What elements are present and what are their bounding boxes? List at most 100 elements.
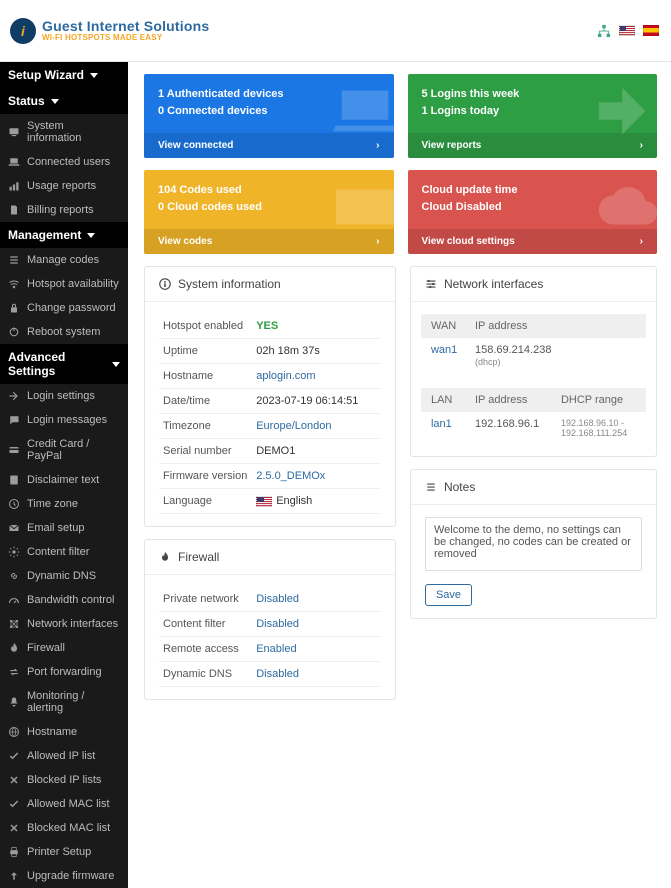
sidebar-item-adv-13[interactable]: Hostname bbox=[0, 720, 128, 744]
ticket-icon bbox=[330, 172, 394, 242]
save-button[interactable]: Save bbox=[425, 584, 472, 606]
main-content: 1 Authenticated devices 0 Connected devi… bbox=[128, 62, 671, 888]
notes-textarea[interactable] bbox=[425, 517, 642, 571]
sidebar-item-label: Credit Card / PayPal bbox=[27, 438, 120, 462]
sidebar-item-status-3[interactable]: Billing reports bbox=[0, 198, 128, 222]
list-icon bbox=[425, 481, 437, 493]
sidebar-item-status-0[interactable]: System information bbox=[0, 114, 128, 150]
sidebar-item-status-2[interactable]: Usage reports bbox=[0, 174, 128, 198]
topbar: i Guest Internet Solutions WI-FI HOTSPOT… bbox=[0, 0, 671, 62]
sidebar-item-label: Time zone bbox=[27, 498, 78, 510]
sidebar-item-adv-19[interactable]: Upgrade firmware bbox=[0, 864, 128, 888]
login-arrow-icon bbox=[593, 76, 657, 146]
wan-name[interactable]: wan1 bbox=[431, 344, 475, 368]
sidebar-item-label: Change password bbox=[27, 302, 116, 314]
brand-title: Guest Internet Solutions bbox=[42, 19, 209, 34]
sidebar-item-adv-2[interactable]: Credit Card / PayPal bbox=[0, 432, 128, 468]
x-icon bbox=[8, 822, 20, 834]
sidebar-item-adv-0[interactable]: Login settings bbox=[0, 384, 128, 408]
panel-system-info: System information Hotspot enabledYESUpt… bbox=[144, 266, 396, 527]
sidebar-item-status-1[interactable]: Connected users bbox=[0, 150, 128, 174]
sidebar-item-label: Reboot system bbox=[27, 326, 100, 338]
cloud-icon bbox=[593, 172, 657, 242]
check-icon bbox=[8, 798, 20, 810]
wan-header: WANIP address bbox=[421, 314, 646, 338]
sidebar-item-label: System information bbox=[27, 120, 120, 144]
gauge-icon bbox=[8, 594, 20, 606]
sidebar-item-adv-16[interactable]: Allowed MAC list bbox=[0, 792, 128, 816]
brand-subtitle: WI-FI HOTSPOTS MADE EASY bbox=[42, 34, 209, 42]
mail-icon bbox=[8, 522, 20, 534]
sysinfo-row: Uptime02h 18m 37s bbox=[159, 339, 381, 364]
network-tree-icon[interactable] bbox=[597, 24, 611, 38]
sidebar-heading-setup[interactable]: Setup Wizard bbox=[0, 62, 128, 88]
sidebar-item-adv-18[interactable]: Printer Setup bbox=[0, 840, 128, 864]
sidebar-item-adv-5[interactable]: Email setup bbox=[0, 516, 128, 540]
sysinfo-row: LanguageEnglish bbox=[159, 489, 381, 514]
lan-header: LANIP addressDHCP range bbox=[421, 388, 646, 412]
brand[interactable]: i Guest Internet Solutions WI-FI HOTSPOT… bbox=[10, 18, 209, 44]
sidebar-item-label: Blocked MAC list bbox=[27, 822, 110, 834]
sidebar-item-label: Disclaimer text bbox=[27, 474, 99, 486]
flag-us-icon[interactable] bbox=[619, 25, 635, 36]
sidebar-item-adv-4[interactable]: Time zone bbox=[0, 492, 128, 516]
sidebar-item-adv-3[interactable]: Disclaimer text bbox=[0, 468, 128, 492]
sidebar-item-adv-7[interactable]: Dynamic DNS bbox=[0, 564, 128, 588]
sidebar-item-adv-6[interactable]: Content filter bbox=[0, 540, 128, 564]
panel-network-interfaces: Network interfaces WANIP address wan1 15… bbox=[410, 266, 657, 457]
sidebar-item-label: Upgrade firmware bbox=[27, 870, 114, 882]
sysinfo-row: Serial numberDEMO1 bbox=[159, 439, 381, 464]
sidebar-item-adv-8[interactable]: Bandwidth control bbox=[0, 588, 128, 612]
sidebar-item-label: Manage codes bbox=[27, 254, 99, 266]
sidebar-item-mgmt-0[interactable]: Manage codes bbox=[0, 248, 128, 272]
sidebar-item-mgmt-2[interactable]: Change password bbox=[0, 296, 128, 320]
sysinfo-row: Hostnameaplogin.com bbox=[159, 364, 381, 389]
sidebar-heading-management[interactable]: Management bbox=[0, 222, 128, 248]
sidebar-item-adv-12[interactable]: Monitoring / alerting bbox=[0, 684, 128, 720]
panel-notes: Notes Save bbox=[410, 469, 657, 619]
sidebar-item-label: Hotspot availability bbox=[27, 278, 119, 290]
lan-row: lan1 192.168.96.1 192.168.96.10 - 192.16… bbox=[421, 412, 646, 444]
sidebar-item-adv-15[interactable]: Blocked IP lists bbox=[0, 768, 128, 792]
sidebar-item-mgmt-3[interactable]: Reboot system bbox=[0, 320, 128, 344]
sidebar-item-label: Dynamic DNS bbox=[27, 570, 96, 582]
sidebar-heading-advanced[interactable]: Advanced Settings bbox=[0, 344, 128, 384]
sidebar-heading-status[interactable]: Status bbox=[0, 88, 128, 114]
brand-logo-icon: i bbox=[10, 18, 36, 44]
sidebar-item-mgmt-1[interactable]: Hotspot availability bbox=[0, 272, 128, 296]
sysinfo-row: TimezoneEurope/London bbox=[159, 414, 381, 439]
fire-icon bbox=[8, 642, 20, 654]
flag-es-icon[interactable] bbox=[643, 25, 659, 36]
sidebar-item-label: Printer Setup bbox=[27, 846, 91, 858]
lan-name[interactable]: lan1 bbox=[431, 418, 475, 438]
sidebar-item-label: Content filter bbox=[27, 546, 89, 558]
sidebar-item-label: Firewall bbox=[27, 642, 65, 654]
sidebar-item-adv-9[interactable]: Network interfaces bbox=[0, 612, 128, 636]
info-icon bbox=[159, 278, 171, 290]
net-icon bbox=[8, 618, 20, 630]
monitor-icon bbox=[8, 126, 20, 138]
bars-icon bbox=[8, 180, 20, 192]
panel-title: Notes bbox=[444, 480, 475, 494]
gear-icon bbox=[8, 546, 20, 558]
card-logins: 5 Logins this week 1 Logins today View r… bbox=[408, 74, 658, 158]
sidebar-item-adv-1[interactable]: Login messages bbox=[0, 408, 128, 432]
up-icon bbox=[8, 870, 20, 882]
sysinfo-row: Date/time2023-07-19 06:14:51 bbox=[159, 389, 381, 414]
link-icon bbox=[8, 570, 20, 582]
sidebar-item-adv-17[interactable]: Blocked MAC list bbox=[0, 816, 128, 840]
fire-icon bbox=[159, 551, 171, 563]
sidebar-item-label: Login settings bbox=[27, 390, 95, 402]
sidebar-item-adv-11[interactable]: Port forwarding bbox=[0, 660, 128, 684]
topbar-actions bbox=[597, 24, 659, 38]
panel-title: Firewall bbox=[178, 550, 219, 564]
sidebar-item-label: Email setup bbox=[27, 522, 84, 534]
sidebar-item-adv-10[interactable]: Firewall bbox=[0, 636, 128, 660]
card-codes: 104 Codes used 0 Cloud codes used View c… bbox=[144, 170, 394, 254]
globe-icon bbox=[8, 726, 20, 738]
clock-icon bbox=[8, 498, 20, 510]
sidebar-item-label: Hostname bbox=[27, 726, 77, 738]
chat-icon bbox=[8, 414, 20, 426]
sidebar-item-adv-14[interactable]: Allowed IP list bbox=[0, 744, 128, 768]
laptop-icon bbox=[8, 156, 20, 168]
